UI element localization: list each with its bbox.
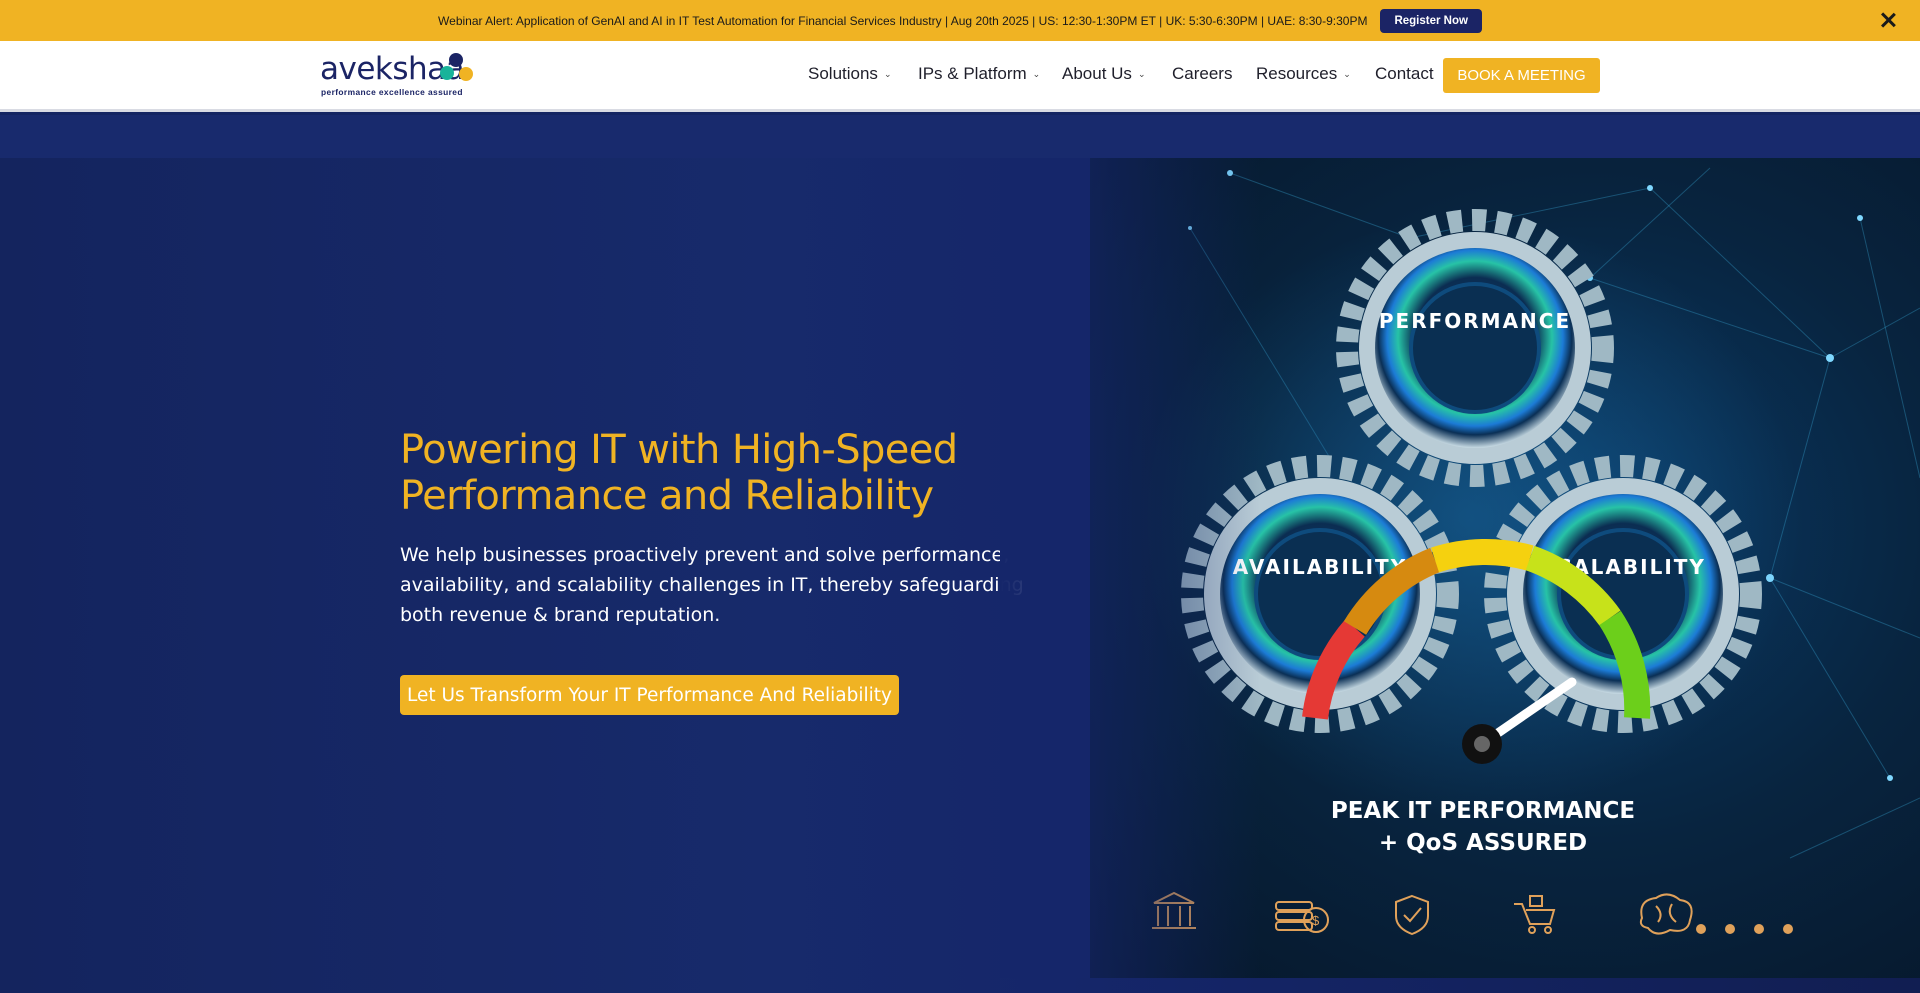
hero-title: Powering IT with High-Speed Performance … [400,427,958,519]
transform-performance-button[interactable]: Let Us Transform Your IT Performance And… [400,675,899,715]
carousel-dots [1696,924,1793,934]
nav-about-us[interactable]: About Us ⌄ [1062,64,1145,84]
peak-performance-text: PEAK IT PERFORMANCE [1331,798,1635,824]
nav-label: IPs & Platform [918,64,1027,83]
nav-label: Solutions [808,64,878,83]
nav-careers[interactable]: Careers [1172,64,1232,84]
nav-ips-platform[interactable]: IPs & Platform ⌄ [918,64,1040,84]
nav-label: Resources [1256,64,1338,83]
nav-label: Contact [1375,64,1434,83]
webinar-alert-bar: Webinar Alert: Application of GenAI and … [0,0,1920,41]
nav-contact[interactable]: Contact [1375,64,1434,84]
chevron-down-icon: ⌄ [1137,68,1146,79]
alert-text: Webinar Alert: Application of GenAI and … [438,13,1368,28]
shield-check-icon [1395,894,1429,936]
chevron-down-icon: ⌄ [1343,68,1351,79]
avekshaa-logo[interactable]: avekshaa performance excellence assured [320,51,490,101]
book-meeting-button[interactable]: BOOK A MEETING [1443,58,1600,93]
chevron-down-icon: ⌄ [1032,68,1041,79]
logo-tagline: performance excellence assured [321,87,463,97]
logo-dot-green [440,66,454,80]
site-header: avekshaa performance excellence assured … [0,41,1920,112]
logo-dot-yellow [459,67,473,81]
nav-resources[interactable]: Resources ⌄ [1256,64,1351,84]
coins-dollar-icon: $ [1275,901,1329,933]
hero-image-fade [1000,158,1260,978]
brain-icon [1639,893,1693,935]
hero-top-band [0,115,1920,158]
gear-label-performance: PERFORMANCE [1379,309,1571,333]
shopping-cart-icon [1514,895,1556,934]
chevron-down-icon: ⌄ [883,68,892,79]
nav-label: About Us [1062,64,1132,83]
register-now-button[interactable]: Register Now [1380,8,1482,33]
nav-solutions[interactable]: Solutions ⌄ [808,64,891,84]
nav-label: Careers [1172,64,1233,83]
qos-assured-text: + QoS ASSURED [1379,830,1587,856]
logo-dot-blue [449,53,463,67]
close-icon[interactable] [1878,10,1898,30]
hero-section: Powering IT with High-Speed Performance … [0,115,1920,993]
hero-description: We help businesses proactively prevent a… [400,544,1024,626]
svg-text:$: $ [1312,913,1320,928]
